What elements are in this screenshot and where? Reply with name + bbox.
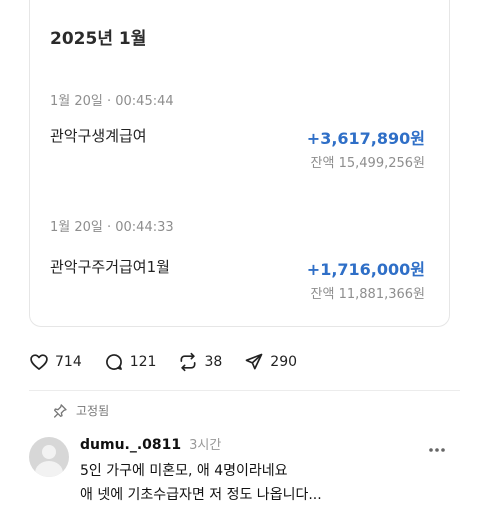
repost-icon [180,352,196,372]
more-options-button[interactable] [428,438,446,457]
pinned-indicator: 고정됨 [52,402,109,419]
like-count: 714 [55,354,82,370]
transaction-balance: 잔액 11,881,366원 [310,287,425,302]
send-icon [245,353,263,370]
share-count: 290 [270,354,298,370]
reply-button[interactable]: 121 [104,352,157,372]
avatar[interactable] [29,437,69,477]
heart-icon [30,354,48,370]
comment-header: dumu._.0811 3시간 [80,434,221,453]
transaction-card: 2025년 1월 1월 20일 · 00:45:44 관악구생계급여 +3,61… [29,0,450,327]
transaction-balance: 잔액 15,499,256원 [310,156,425,171]
month-title: 2025년 1월 [50,29,147,49]
comment-bubble-icon [105,354,122,370]
reply-count: 121 [129,354,157,370]
repost-button[interactable]: 38 [178,352,222,372]
comment-text-line: 5인 가구에 미혼모, 애 4명이라네요 [80,463,288,479]
avatar-body-shape [35,461,63,477]
more-dots-icon [429,448,445,452]
transaction-name: 관악구주거급여1월 [50,258,170,276]
transaction-date: 1월 20일 · 00:44:33 [50,220,174,235]
comment-username[interactable]: dumu._.0811 [80,437,181,453]
share-button[interactable]: 290 [244,352,297,372]
transaction-name: 관악구생계급여 [50,127,147,145]
comment-text-line: 애 넷에 기초수급자면 저 정도 나옵니다... [80,487,322,503]
transaction-amount: +1,716,000원 [306,260,425,279]
divider [29,390,460,391]
comment-time: 3시간 [189,438,222,453]
pinned-label: 고정됨 [76,404,110,418]
like-button[interactable]: 714 [29,352,82,372]
transaction-amount: +3,617,890원 [306,129,425,148]
post-actions: 714 121 38 290 [29,348,319,376]
pin-icon [54,403,67,418]
transaction-date: 1월 20일 · 00:45:44 [50,94,174,109]
avatar-head-shape [42,445,56,459]
repost-count: 38 [204,354,223,370]
